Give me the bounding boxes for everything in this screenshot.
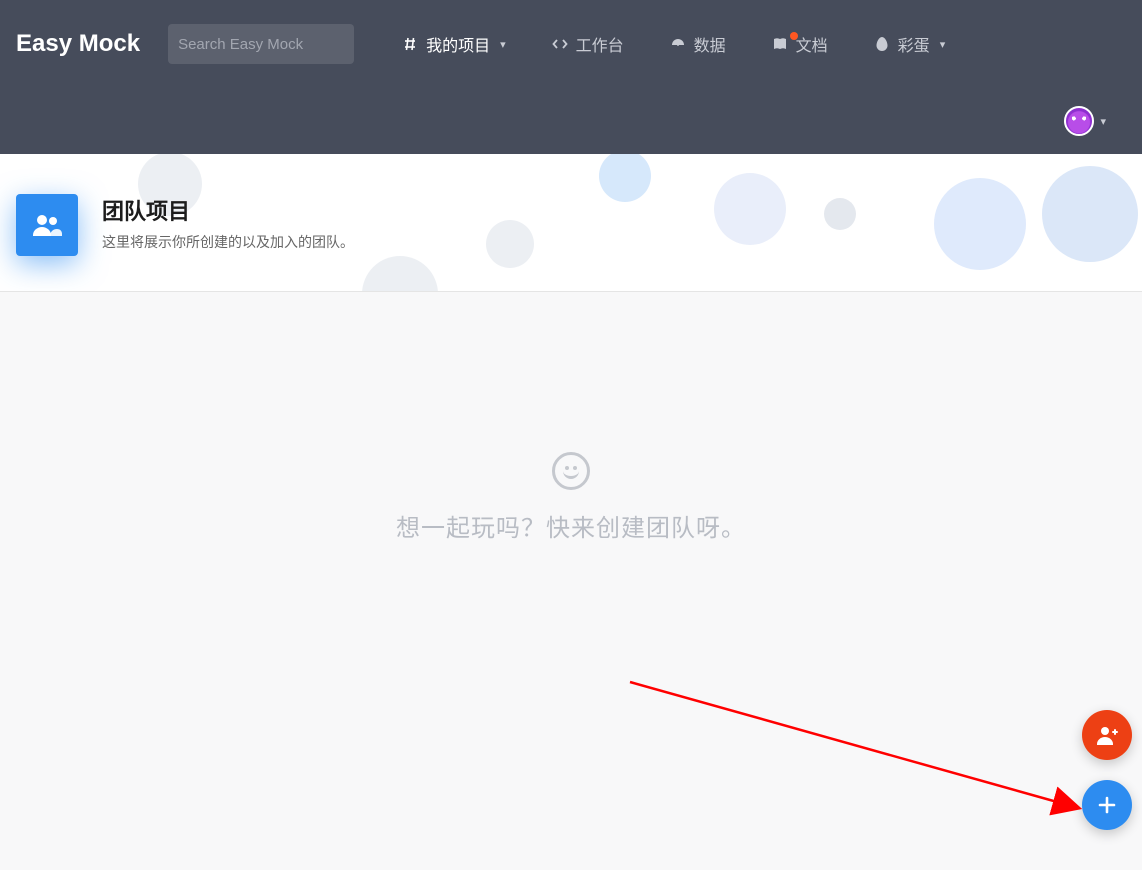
nav-my-projects[interactable]: 我的项目 ▾ (402, 32, 506, 56)
app-logo[interactable]: Easy Mock (16, 30, 140, 58)
team-project-icon (16, 194, 78, 256)
add-member-button[interactable] (1082, 710, 1132, 760)
header-row-main: Easy Mock 我的项目 ▾ (16, 0, 1126, 88)
dashboard-icon (670, 36, 686, 52)
page-title: 团队项目 (102, 194, 354, 226)
page-subtitle: 这里将展示你所创建的以及加入的团队。 (102, 232, 354, 252)
nav-data[interactable]: 数据 (670, 32, 726, 56)
nav-docs-label: 文档 (796, 32, 828, 56)
search-box[interactable] (168, 24, 354, 64)
annotation-arrow (0, 292, 1142, 870)
code-icon (552, 36, 568, 52)
hash-icon (402, 36, 418, 52)
primary-nav: 我的项目 ▾ 工作台 数据 (402, 32, 945, 56)
chevron-down-icon: ▾ (1100, 115, 1106, 128)
nav-egg-label: 彩蛋 (898, 32, 930, 56)
create-team-button[interactable] (1082, 780, 1132, 830)
nav-egg[interactable]: 彩蛋 ▾ (874, 32, 946, 56)
nav-workbench-label: 工作台 (576, 32, 624, 56)
nav-docs[interactable]: 文档 (772, 32, 828, 56)
empty-state-message: 想一起玩吗？快来创建团队呀。 (396, 508, 746, 543)
page-subheader: 团队项目 这里将展示你所创建的以及加入的团队。 (0, 154, 1142, 292)
nav-workbench[interactable]: 工作台 (552, 32, 624, 56)
notification-dot (790, 32, 798, 40)
user-avatar (1064, 106, 1094, 136)
egg-icon (874, 36, 890, 52)
book-icon (772, 36, 788, 52)
app-header: Easy Mock 我的项目 ▾ (0, 0, 1142, 154)
chevron-down-icon: ▾ (500, 38, 506, 51)
nav-my-projects-label: 我的项目 (426, 32, 490, 56)
wink-face-icon (552, 452, 590, 490)
chevron-down-icon: ▾ (940, 38, 946, 51)
search-input[interactable] (178, 36, 344, 53)
empty-state: 想一起玩吗？快来创建团队呀。 (396, 452, 746, 543)
user-menu[interactable]: ▾ (1064, 106, 1106, 136)
header-row-user: ▾ (16, 88, 1126, 154)
nav-data-label: 数据 (694, 32, 726, 56)
main-content: 想一起玩吗？快来创建团队呀。 (0, 292, 1142, 870)
